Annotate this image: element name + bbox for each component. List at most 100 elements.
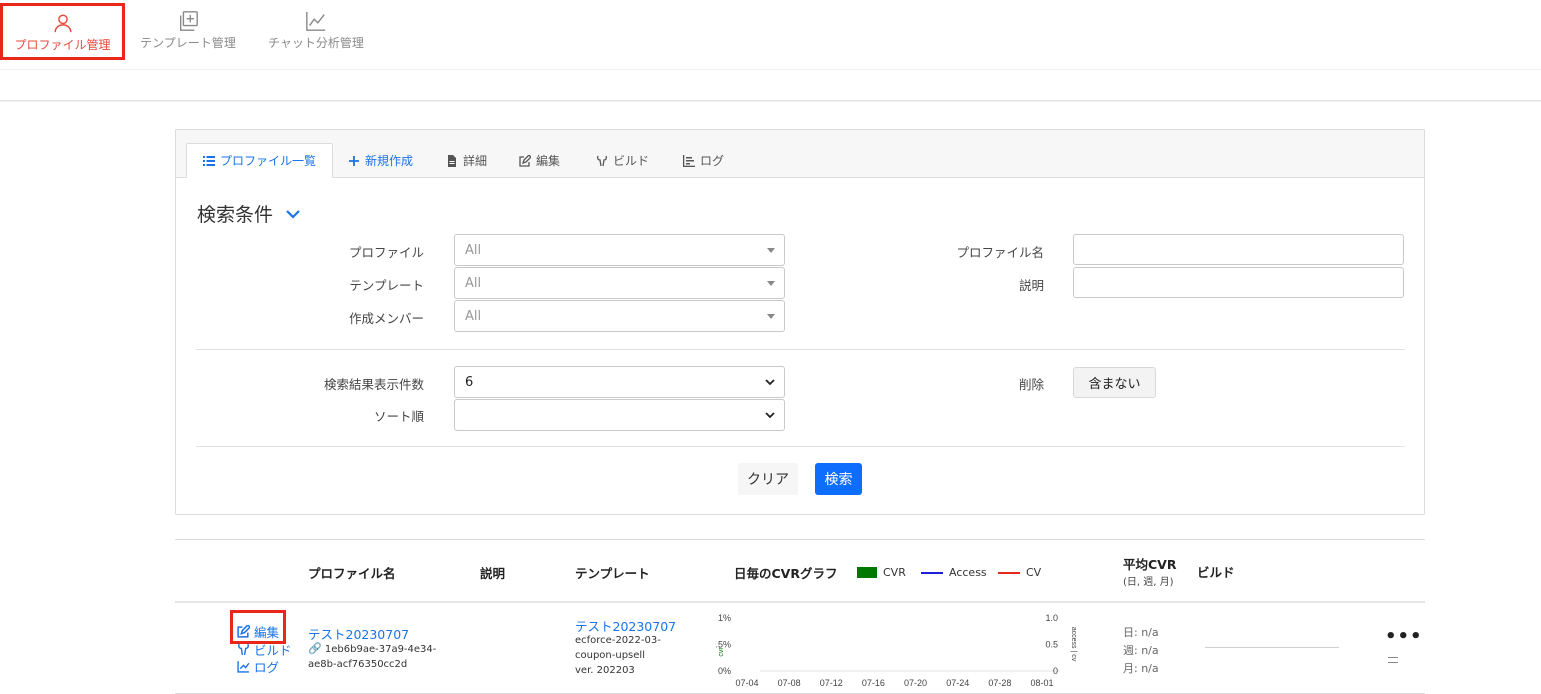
tab-label: ログ [700, 154, 725, 168]
right-tick-label: 0 [1053, 666, 1058, 676]
legend-cv: CV [998, 566, 1041, 579]
chevron-down-icon [765, 379, 775, 386]
tools-icon [238, 643, 249, 656]
daily-cvr-chart: 1%0.5%0%1.00.50cvraccess | cv07-0407-080… [715, 613, 1077, 688]
nav-chat-analysis-management[interactable]: チャット分析管理 [262, 4, 370, 60]
select-value: 6 [465, 374, 474, 390]
search-panel: プロファイル一覧 新規作成 詳細 編集 ビルド ログ 検索条件 プロファイル A… [175, 129, 1425, 515]
more-options-icon[interactable]: ••• [1385, 626, 1423, 647]
right-axis-label: access | cv [1070, 627, 1077, 662]
header-daily-cvr-graph: 日毎のCVRグラフ [734, 566, 838, 581]
right-tick-label: 1.0 [1045, 613, 1058, 623]
results-count-select[interactable]: 6 [454, 366, 785, 398]
description-input[interactable] [1073, 267, 1404, 298]
tab-detail[interactable]: 詳細 [446, 143, 487, 178]
profile-id: 🔗 1eb6b9ae-37a9-4e34- ae8b-acf76350cc2d [308, 641, 436, 672]
top-nav: プロファイル管理 テンプレート管理 チャット分析管理 [0, 0, 1541, 70]
legend-label: Access [949, 566, 987, 579]
profile-label: プロファイル [348, 245, 424, 260]
profile-name-input[interactable] [1073, 234, 1404, 265]
search-button[interactable]: 検索 [815, 463, 862, 495]
template-select[interactable]: All [454, 267, 785, 299]
x-tick-label: 07-28 [988, 678, 1011, 688]
tab-label: 新規作成 [365, 154, 414, 168]
log-link[interactable]: ログ [237, 657, 279, 676]
link-icon: 🔗 [308, 642, 322, 655]
avg-cvr-month: 月: n/a [1123, 662, 1159, 675]
legend-swatch [998, 571, 1020, 574]
profile-id-line1: 1eb6b9ae-37a9-4e34- [324, 644, 437, 655]
header-row-divider [175, 601, 1425, 603]
action-label: 編集 [254, 625, 280, 640]
nav-label: テンプレート管理 [140, 36, 236, 50]
drag-handle-icon[interactable] [1388, 657, 1398, 663]
x-tick-label: 07-04 [735, 678, 758, 688]
document-icon [448, 154, 456, 167]
legend-swatch [857, 567, 877, 578]
nav-template-management[interactable]: テンプレート管理 [135, 4, 241, 60]
chevron-down-icon [286, 209, 300, 219]
sort-order-select[interactable] [454, 399, 785, 431]
tab-label: 詳細 [463, 154, 488, 168]
caret-down-icon [767, 314, 775, 319]
tab-log[interactable]: ログ [683, 143, 724, 178]
header-description: 説明 [480, 566, 506, 581]
edit-link[interactable]: 編集 [237, 622, 279, 641]
bar-chart-icon [683, 154, 695, 167]
template-info: ecforce-2022-03- coupon-upsell ver. 2022… [575, 633, 661, 678]
legend-access: Access [921, 566, 987, 579]
tools-icon [596, 155, 608, 166]
line-chart-icon [304, 10, 328, 32]
chevron-down-icon [765, 412, 775, 419]
results-count-label: 検索結果表示件数 [323, 377, 424, 392]
description-label: 説明 [1018, 278, 1044, 293]
legend-cvr: CVR [857, 566, 906, 579]
member-select[interactable]: All [454, 300, 785, 332]
line-chart-icon [237, 661, 250, 673]
select-value: All [465, 275, 482, 291]
profile-id-line2: ae8b-acf76350cc2d [308, 659, 408, 670]
header-profile-name: プロファイル名 [308, 566, 396, 581]
x-tick-label: 07-12 [820, 678, 843, 688]
left-tick-label: 0% [718, 666, 731, 676]
nav-label: チャット分析管理 [268, 36, 364, 50]
template-label: テンプレート [349, 278, 424, 293]
legend-label: CV [1026, 566, 1042, 579]
template-version: ver. 202203 [575, 665, 635, 676]
nav-label: プロファイル管理 [14, 38, 111, 52]
tab-profile-list[interactable]: プロファイル一覧 [186, 143, 334, 178]
x-tick-label: 07-16 [862, 678, 885, 688]
left-tick-label: 1% [718, 613, 731, 623]
header-build: ビルド [1197, 565, 1235, 580]
tab-label: プロファイル一覧 [220, 154, 317, 168]
edit-icon [237, 625, 250, 638]
profile-select[interactable]: All [454, 234, 785, 266]
edit-icon [519, 154, 531, 167]
tab-bar: プロファイル一覧 新規作成 詳細 編集 ビルド ログ [176, 130, 1424, 178]
search-conditions-toggle[interactable]: 検索条件 [197, 200, 301, 227]
tab-label: 編集 [536, 154, 561, 168]
nav-profile-management[interactable]: プロファイル管理 [0, 3, 125, 60]
right-tick-label: 0.5 [1045, 640, 1058, 650]
tab-build[interactable]: ビルド [596, 143, 649, 178]
member-label: 作成メンバー [348, 311, 424, 326]
clear-button[interactable]: クリア [738, 463, 798, 495]
section-title: 検索条件 [197, 204, 274, 226]
left-axis-label: cvr [718, 647, 725, 657]
action-label: ログ [254, 660, 280, 675]
legend-label: CVR [883, 566, 906, 579]
tab-new[interactable]: 新規作成 [348, 143, 413, 178]
x-tick-label: 07-24 [946, 678, 969, 688]
caret-down-icon [767, 248, 775, 253]
caret-down-icon [767, 281, 775, 286]
header-avg-cvr-sub: (日, 週, 月) [1123, 577, 1174, 588]
delete-label: 削除 [1018, 377, 1044, 392]
header-shadow [0, 100, 1541, 103]
template-sub-line2: coupon-upsell [575, 650, 645, 661]
x-tick-label: 07-08 [778, 678, 801, 688]
list-icon [203, 155, 215, 166]
tab-edit[interactable]: 編集 [519, 143, 560, 178]
legend-swatch [921, 571, 943, 574]
select-value: All [465, 242, 482, 258]
delete-toggle-button[interactable]: 含まない [1073, 367, 1156, 398]
